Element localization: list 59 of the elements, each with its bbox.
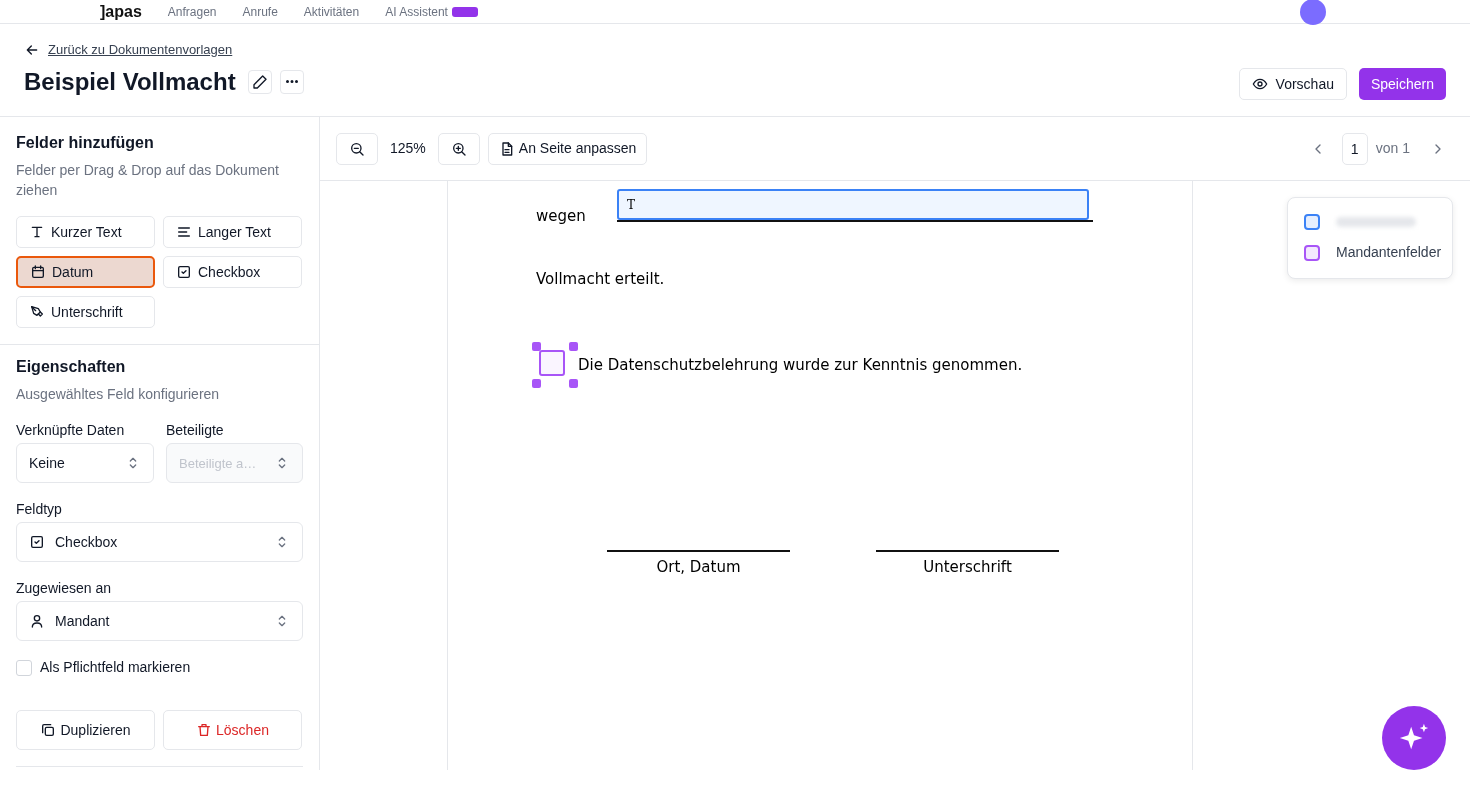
field-type-select[interactable]: Checkbox: [16, 522, 303, 563]
assignee-select[interactable]: Mandant: [16, 601, 303, 642]
calendar-icon: [30, 264, 46, 281]
zoom-out-icon: [349, 140, 365, 157]
avatar[interactable]: [1300, 0, 1326, 25]
zoom-in-button[interactable]: [437, 132, 480, 165]
signature-label: Unterschrift: [923, 558, 1012, 576]
document-text: Vollmacht erteilt.: [536, 268, 666, 290]
checkbox-label: Als Pflichtfeld markieren: [40, 658, 191, 678]
nav-link[interactable]: Anfragen: [167, 2, 217, 21]
logo[interactable]: ]apas: [100, 0, 142, 24]
field-label: Beteiligte: [166, 421, 225, 441]
page-title: Beispiel Vollmacht: [24, 67, 236, 97]
nav-link[interactable]: AI Assistent: [385, 2, 448, 21]
delete-button[interactable]: Löschen: [163, 710, 302, 751]
zoom-level: 125%: [389, 139, 427, 158]
zoom-in-icon: [450, 140, 467, 157]
signature-label: Ort, Datum: [656, 558, 741, 576]
zoom-out-button[interactable]: [336, 132, 378, 165]
edit-button[interactable]: [247, 69, 272, 94]
more-button[interactable]: [279, 69, 304, 94]
field-type-button[interactable]: Datum: [16, 256, 155, 289]
section-title: Eigenschaften: [16, 357, 127, 377]
field-label: Feldtyp: [16, 500, 63, 520]
checkbox-icon: [29, 534, 45, 551]
field-type-button[interactable]: Langer Text: [163, 216, 302, 249]
eye-icon: [1251, 76, 1268, 92]
back-link[interactable]: Zurück zu Dokumentenvorlagen: [48, 40, 233, 60]
checkbox-icon: [176, 264, 192, 281]
more-icon: [285, 80, 298, 84]
trash-icon: [196, 722, 213, 739]
text-field[interactable]: T: [617, 189, 1089, 220]
section-description: Felder per Drag & Drop auf das Dokument ziehen: [16, 161, 280, 201]
field-type-button[interactable]: Kurzer Text: [16, 216, 155, 249]
selection-handles[interactable]: [532, 342, 578, 388]
field-label: Zugewiesen an: [16, 579, 112, 599]
fit-page-button[interactable]: An Seite anpassen: [487, 132, 648, 165]
page-count: von 1: [1375, 139, 1410, 158]
legend-label: Mandantenfelder: [1336, 243, 1442, 262]
person-icon: [29, 613, 45, 630]
section-title: Felder hinzufügen: [16, 133, 155, 153]
duplicate-button[interactable]: Duplizieren: [16, 710, 155, 751]
document-text: wegen: [536, 206, 587, 227]
save-button[interactable]: Speichern: [1358, 68, 1446, 100]
pencil-icon: [251, 73, 268, 90]
document-text: Die Datenschutzbelehrung wurde zur Kenntnis genommen.: [578, 354, 1023, 376]
section-description: Ausgewähltes Feld konfigurieren: [16, 385, 221, 405]
required-checkbox[interactable]: [16, 659, 32, 676]
preview-button[interactable]: Vorschau: [1238, 68, 1347, 100]
text-field-icon: T: [627, 195, 635, 214]
copy-icon: [40, 722, 57, 739]
field-type-button[interactable]: Unterschrift: [16, 296, 155, 329]
nav-link[interactable]: Aktivitäten: [303, 2, 360, 21]
nav-link[interactable]: Anrufe: [242, 2, 278, 21]
field-label: Verknüpfte Daten: [16, 421, 126, 441]
page-input[interactable]: 1: [1341, 132, 1368, 165]
linked-data-select[interactable]: Keine: [16, 443, 154, 484]
field-type-button[interactable]: Checkbox: [163, 256, 302, 289]
checkbox-field[interactable]: [539, 350, 565, 376]
